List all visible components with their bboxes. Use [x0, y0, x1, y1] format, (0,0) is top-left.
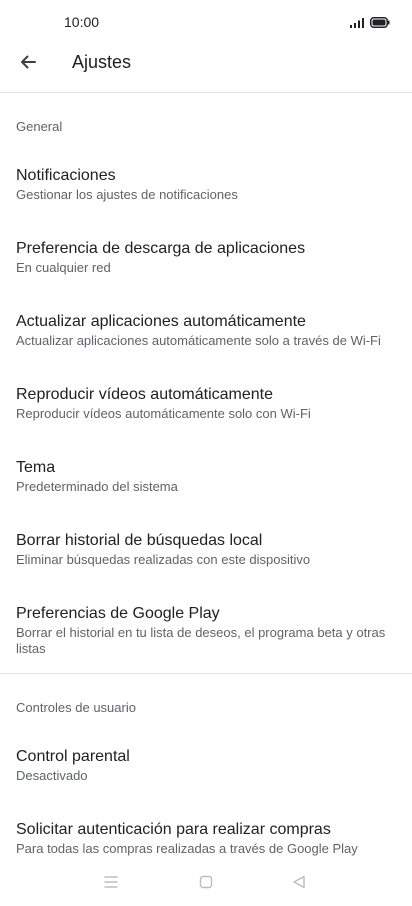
setting-notificaciones[interactable]: Notificaciones Gestionar los ajustes de … — [0, 166, 412, 203]
signal-icon — [350, 15, 364, 33]
setting-title: Reproducir vídeos automáticamente — [16, 386, 274, 403]
nav-menu-button[interactable] — [102, 875, 120, 893]
setting-solicitar-autenticacion[interactable]: Solicitar autenticación para realizar co… — [0, 820, 412, 857]
setting-tema[interactable]: Tema Predeterminado del sistema — [0, 458, 412, 495]
app-bar: Ajustes — [0, 44, 412, 93]
setting-subtitle: Actualizar aplicaciones automáticamente … — [16, 333, 381, 348]
setting-title: Notificaciones — [16, 167, 116, 184]
setting-title: Preferencia de descarga de aplicaciones — [16, 240, 306, 257]
setting-title: Borrar historial de búsquedas local — [16, 532, 263, 549]
setting-subtitle: Desactivado — [16, 768, 88, 783]
section-header-controles: Controles de usuario — [16, 700, 136, 715]
section-header-general: General — [16, 119, 63, 134]
setting-actualizar-automaticamente[interactable]: Actualizar aplicaciones automáticamente … — [0, 312, 412, 349]
setting-subtitle: Gestionar los ajustes de notificaciones — [16, 187, 238, 202]
triangle-back-icon — [292, 875, 306, 894]
setting-preferencia-descarga[interactable]: Preferencia de descarga de aplicaciones … — [0, 239, 412, 276]
setting-preferencias-google-play[interactable]: Preferencias de Google Play Borrar el hi… — [0, 604, 412, 657]
setting-title: Control parental — [16, 748, 130, 765]
status-time: 10:00 — [64, 14, 100, 30]
status-bar: 10:00 — [0, 0, 412, 44]
setting-subtitle: Para todas las compras realizadas a trav… — [16, 841, 358, 856]
setting-borrar-historial[interactable]: Borrar historial de búsquedas local Elim… — [0, 531, 412, 568]
back-button[interactable] — [14, 50, 42, 78]
setting-subtitle: En cualquier red — [16, 260, 111, 275]
setting-control-parental[interactable]: Control parental Desactivado — [0, 747, 412, 784]
menu-icon — [103, 875, 119, 894]
setting-reproducir-videos[interactable]: Reproducir vídeos automáticamente Reprod… — [0, 385, 412, 422]
settings-list: General Notificaciones Gestionar los aju… — [0, 93, 412, 862]
setting-subtitle: Reproducir vídeos automáticamente solo c… — [16, 406, 311, 421]
setting-title: Tema — [16, 459, 56, 476]
system-nav-bar — [0, 862, 412, 906]
page-title: Ajustes — [72, 52, 132, 72]
setting-title: Actualizar aplicaciones automáticamente — [16, 313, 306, 330]
setting-subtitle: Eliminar búsquedas realizadas con este d… — [16, 552, 311, 567]
nav-home-button[interactable] — [197, 875, 215, 893]
battery-icon — [370, 15, 390, 33]
status-icons — [350, 15, 390, 33]
home-icon — [199, 875, 213, 894]
setting-title: Solicitar autenticación para realizar co… — [16, 821, 331, 838]
setting-subtitle: Predeterminado del sistema — [16, 479, 178, 494]
arrow-back-icon — [18, 52, 38, 77]
nav-back-button[interactable] — [290, 875, 308, 893]
setting-title: Preferencias de Google Play — [16, 605, 220, 622]
settings-screen: 10:00 Ajustes General Notificaciones Ges… — [0, 0, 412, 906]
setting-subtitle: Borrar el historial en tu lista de deseo… — [16, 625, 386, 656]
